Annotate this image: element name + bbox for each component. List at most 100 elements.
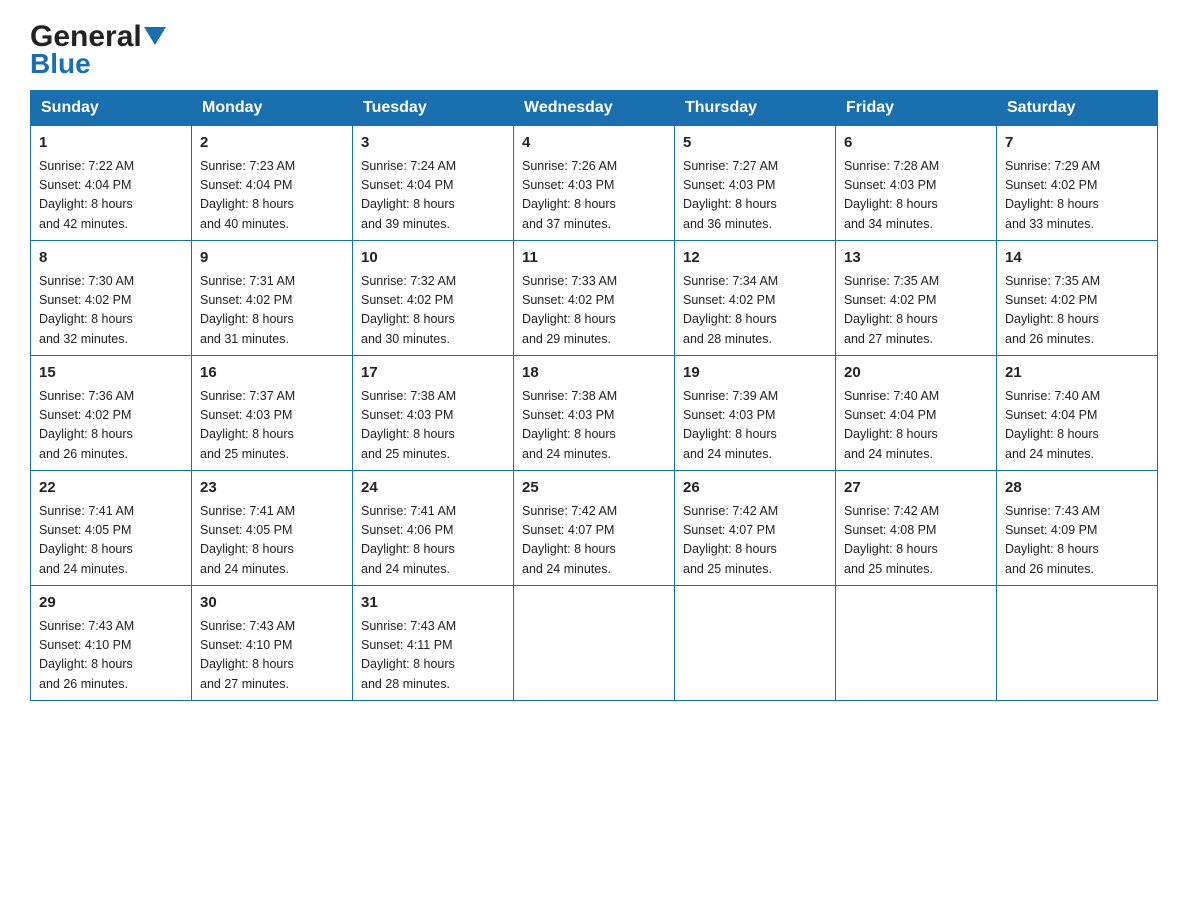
day-info: Sunrise: 7:30 AM Sunset: 4:02 PM Dayligh… [39, 272, 183, 350]
day-number: 12 [683, 247, 827, 270]
logo: General Blue [30, 20, 166, 80]
day-info: Sunrise: 7:33 AM Sunset: 4:02 PM Dayligh… [522, 272, 666, 350]
calendar-week-row: 8 Sunrise: 7:30 AM Sunset: 4:02 PM Dayli… [31, 241, 1158, 356]
calendar-header-cell-thursday: Thursday [675, 91, 836, 126]
calendar-day-cell: 16 Sunrise: 7:37 AM Sunset: 4:03 PM Dayl… [192, 356, 353, 471]
logo-blue: Blue [30, 48, 91, 79]
calendar-week-row: 1 Sunrise: 7:22 AM Sunset: 4:04 PM Dayli… [31, 126, 1158, 241]
calendar-day-cell: 24 Sunrise: 7:41 AM Sunset: 4:06 PM Dayl… [353, 471, 514, 586]
day-info: Sunrise: 7:31 AM Sunset: 4:02 PM Dayligh… [200, 272, 344, 350]
calendar-header-cell-friday: Friday [836, 91, 997, 126]
calendar-day-cell: 12 Sunrise: 7:34 AM Sunset: 4:02 PM Dayl… [675, 241, 836, 356]
page-header: General Blue [30, 20, 1158, 80]
calendar-day-cell: 9 Sunrise: 7:31 AM Sunset: 4:02 PM Dayli… [192, 241, 353, 356]
calendar-table: SundayMondayTuesdayWednesdayThursdayFrid… [30, 90, 1158, 701]
calendar-day-cell: 10 Sunrise: 7:32 AM Sunset: 4:02 PM Dayl… [353, 241, 514, 356]
day-number: 5 [683, 132, 827, 155]
day-info: Sunrise: 7:41 AM Sunset: 4:05 PM Dayligh… [200, 502, 344, 580]
day-number: 6 [844, 132, 988, 155]
calendar-week-row: 29 Sunrise: 7:43 AM Sunset: 4:10 PM Dayl… [31, 586, 1158, 701]
day-info: Sunrise: 7:43 AM Sunset: 4:09 PM Dayligh… [1005, 502, 1149, 580]
day-number: 26 [683, 477, 827, 500]
calendar-header-cell-saturday: Saturday [997, 91, 1158, 126]
calendar-day-cell [997, 586, 1158, 701]
calendar-header-row: SundayMondayTuesdayWednesdayThursdayFrid… [31, 91, 1158, 126]
calendar-day-cell [514, 586, 675, 701]
day-info: Sunrise: 7:38 AM Sunset: 4:03 PM Dayligh… [522, 387, 666, 465]
day-number: 21 [1005, 362, 1149, 385]
day-info: Sunrise: 7:23 AM Sunset: 4:04 PM Dayligh… [200, 157, 344, 235]
day-number: 9 [200, 247, 344, 270]
calendar-day-cell: 22 Sunrise: 7:41 AM Sunset: 4:05 PM Dayl… [31, 471, 192, 586]
logo-triangle-icon [144, 27, 166, 49]
day-number: 27 [844, 477, 988, 500]
day-number: 10 [361, 247, 505, 270]
calendar-day-cell: 25 Sunrise: 7:42 AM Sunset: 4:07 PM Dayl… [514, 471, 675, 586]
calendar-day-cell: 19 Sunrise: 7:39 AM Sunset: 4:03 PM Dayl… [675, 356, 836, 471]
day-number: 31 [361, 592, 505, 615]
calendar-body: 1 Sunrise: 7:22 AM Sunset: 4:04 PM Dayli… [31, 126, 1158, 701]
calendar-day-cell: 14 Sunrise: 7:35 AM Sunset: 4:02 PM Dayl… [997, 241, 1158, 356]
calendar-header-cell-monday: Monday [192, 91, 353, 126]
day-number: 18 [522, 362, 666, 385]
day-number: 15 [39, 362, 183, 385]
day-number: 30 [200, 592, 344, 615]
calendar-day-cell: 28 Sunrise: 7:43 AM Sunset: 4:09 PM Dayl… [997, 471, 1158, 586]
calendar-week-row: 22 Sunrise: 7:41 AM Sunset: 4:05 PM Dayl… [31, 471, 1158, 586]
calendar-header-cell-wednesday: Wednesday [514, 91, 675, 126]
day-number: 29 [39, 592, 183, 615]
day-info: Sunrise: 7:39 AM Sunset: 4:03 PM Dayligh… [683, 387, 827, 465]
day-info: Sunrise: 7:37 AM Sunset: 4:03 PM Dayligh… [200, 387, 344, 465]
calendar-day-cell: 17 Sunrise: 7:38 AM Sunset: 4:03 PM Dayl… [353, 356, 514, 471]
calendar-day-cell: 31 Sunrise: 7:43 AM Sunset: 4:11 PM Dayl… [353, 586, 514, 701]
day-info: Sunrise: 7:22 AM Sunset: 4:04 PM Dayligh… [39, 157, 183, 235]
calendar-day-cell: 18 Sunrise: 7:38 AM Sunset: 4:03 PM Dayl… [514, 356, 675, 471]
calendar-day-cell: 27 Sunrise: 7:42 AM Sunset: 4:08 PM Dayl… [836, 471, 997, 586]
day-info: Sunrise: 7:24 AM Sunset: 4:04 PM Dayligh… [361, 157, 505, 235]
day-number: 3 [361, 132, 505, 155]
day-number: 28 [1005, 477, 1149, 500]
day-number: 4 [522, 132, 666, 155]
calendar-day-cell: 13 Sunrise: 7:35 AM Sunset: 4:02 PM Dayl… [836, 241, 997, 356]
calendar-header-cell-tuesday: Tuesday [353, 91, 514, 126]
day-info: Sunrise: 7:27 AM Sunset: 4:03 PM Dayligh… [683, 157, 827, 235]
day-number: 11 [522, 247, 666, 270]
day-info: Sunrise: 7:41 AM Sunset: 4:06 PM Dayligh… [361, 502, 505, 580]
day-info: Sunrise: 7:42 AM Sunset: 4:07 PM Dayligh… [522, 502, 666, 580]
day-info: Sunrise: 7:41 AM Sunset: 4:05 PM Dayligh… [39, 502, 183, 580]
calendar-day-cell: 5 Sunrise: 7:27 AM Sunset: 4:03 PM Dayli… [675, 126, 836, 241]
day-info: Sunrise: 7:43 AM Sunset: 4:11 PM Dayligh… [361, 617, 505, 695]
day-info: Sunrise: 7:28 AM Sunset: 4:03 PM Dayligh… [844, 157, 988, 235]
calendar-day-cell: 3 Sunrise: 7:24 AM Sunset: 4:04 PM Dayli… [353, 126, 514, 241]
calendar-day-cell: 4 Sunrise: 7:26 AM Sunset: 4:03 PM Dayli… [514, 126, 675, 241]
day-number: 20 [844, 362, 988, 385]
day-info: Sunrise: 7:42 AM Sunset: 4:07 PM Dayligh… [683, 502, 827, 580]
day-info: Sunrise: 7:43 AM Sunset: 4:10 PM Dayligh… [39, 617, 183, 695]
day-info: Sunrise: 7:40 AM Sunset: 4:04 PM Dayligh… [844, 387, 988, 465]
calendar-header-cell-sunday: Sunday [31, 91, 192, 126]
calendar-day-cell: 11 Sunrise: 7:33 AM Sunset: 4:02 PM Dayl… [514, 241, 675, 356]
calendar-day-cell: 8 Sunrise: 7:30 AM Sunset: 4:02 PM Dayli… [31, 241, 192, 356]
day-info: Sunrise: 7:32 AM Sunset: 4:02 PM Dayligh… [361, 272, 505, 350]
day-number: 8 [39, 247, 183, 270]
day-info: Sunrise: 7:36 AM Sunset: 4:02 PM Dayligh… [39, 387, 183, 465]
day-number: 22 [39, 477, 183, 500]
calendar-week-row: 15 Sunrise: 7:36 AM Sunset: 4:02 PM Dayl… [31, 356, 1158, 471]
day-number: 17 [361, 362, 505, 385]
day-info: Sunrise: 7:34 AM Sunset: 4:02 PM Dayligh… [683, 272, 827, 350]
calendar-day-cell: 6 Sunrise: 7:28 AM Sunset: 4:03 PM Dayli… [836, 126, 997, 241]
calendar-header: SundayMondayTuesdayWednesdayThursdayFrid… [31, 91, 1158, 126]
day-info: Sunrise: 7:38 AM Sunset: 4:03 PM Dayligh… [361, 387, 505, 465]
day-number: 14 [1005, 247, 1149, 270]
day-number: 23 [200, 477, 344, 500]
calendar-day-cell [675, 586, 836, 701]
day-info: Sunrise: 7:43 AM Sunset: 4:10 PM Dayligh… [200, 617, 344, 695]
calendar-day-cell: 2 Sunrise: 7:23 AM Sunset: 4:04 PM Dayli… [192, 126, 353, 241]
day-info: Sunrise: 7:40 AM Sunset: 4:04 PM Dayligh… [1005, 387, 1149, 465]
calendar-day-cell: 26 Sunrise: 7:42 AM Sunset: 4:07 PM Dayl… [675, 471, 836, 586]
day-info: Sunrise: 7:35 AM Sunset: 4:02 PM Dayligh… [844, 272, 988, 350]
calendar-day-cell: 7 Sunrise: 7:29 AM Sunset: 4:02 PM Dayli… [997, 126, 1158, 241]
day-number: 13 [844, 247, 988, 270]
calendar-day-cell: 20 Sunrise: 7:40 AM Sunset: 4:04 PM Dayl… [836, 356, 997, 471]
day-info: Sunrise: 7:29 AM Sunset: 4:02 PM Dayligh… [1005, 157, 1149, 235]
